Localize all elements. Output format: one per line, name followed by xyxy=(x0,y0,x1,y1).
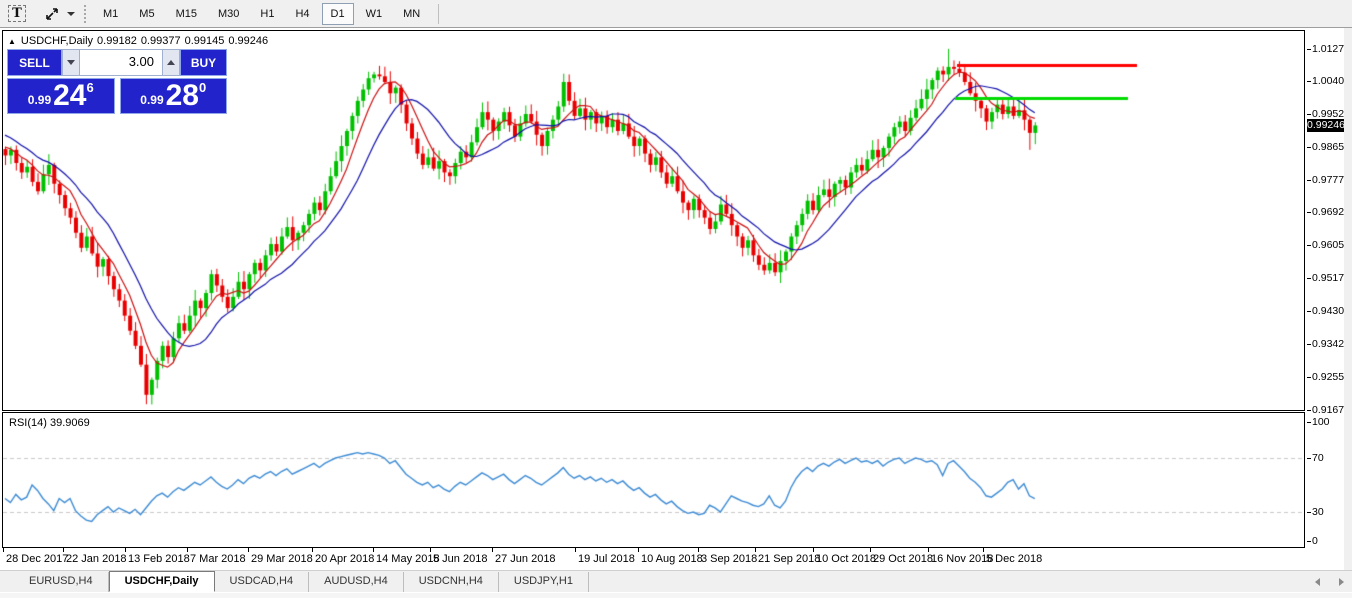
toolbar-gripper xyxy=(84,5,86,23)
tool-dropdown-caret[interactable] xyxy=(64,3,78,25)
timeframe-button-m30[interactable]: M30 xyxy=(209,3,248,25)
rsi-indicator-pane[interactable]: RSI(14) 39.9069 xyxy=(2,412,1305,548)
date-axis-label: 22 Jan 2018 xyxy=(66,553,127,565)
timeframe-button-m1[interactable]: M1 xyxy=(94,3,127,25)
timeframe-button-w1[interactable]: W1 xyxy=(357,3,392,25)
timeframe-button-h4[interactable]: H4 xyxy=(286,3,318,25)
buy-price-big: 28 xyxy=(166,81,199,111)
date-axis-label: 16 Nov 2018 xyxy=(931,553,993,565)
chart-tab-audusd-h4[interactable]: AUDUSD,H4 xyxy=(309,572,404,592)
scroll-right-icon xyxy=(1339,578,1344,586)
date-axis-tick xyxy=(3,548,4,552)
timeframe-button-mn[interactable]: MN xyxy=(394,3,429,25)
timeframe-button-h1[interactable]: H1 xyxy=(251,3,283,25)
date-axis-label: 5 Jun 2018 xyxy=(433,553,487,565)
date-axis-label: 5 Dec 2018 xyxy=(986,553,1042,565)
buy-price-prefix: 0.99 xyxy=(140,93,163,107)
date-axis-tick xyxy=(373,548,374,552)
rsi-axis-label: 0 xyxy=(1312,535,1318,547)
toolbar-separator xyxy=(438,4,439,24)
text-tool-icon: T xyxy=(8,5,26,22)
text-tool-button[interactable]: T xyxy=(4,3,30,25)
date-axis-tick xyxy=(698,548,699,552)
chart-symbol: USDCHF,Daily xyxy=(21,35,93,47)
status-strip xyxy=(0,593,1352,598)
date-axis-label: 21 Sep 2018 xyxy=(758,553,820,565)
rsi-axis-label: 100 xyxy=(1312,416,1330,428)
tab-scroll-right-button[interactable] xyxy=(1336,577,1346,587)
date-axis-tick xyxy=(187,548,188,552)
tab-scroll-left-button[interactable] xyxy=(1312,577,1322,587)
buy-button[interactable]: BUY xyxy=(180,49,227,76)
top-toolbar: T M1M5M15M30H1H4D1W1MN xyxy=(0,0,1352,28)
volume-input[interactable]: 3.00 xyxy=(80,49,162,76)
date-axis-label: 10 Aug 2018 xyxy=(641,553,703,565)
date-axis-tick xyxy=(575,548,576,552)
date-axis-label: 28 Dec 2017 xyxy=(6,553,68,565)
price-axis[interactable]: 1.012751.004000.995250.986500.977750.969… xyxy=(1306,28,1344,570)
chart-tab-usdchf-daily[interactable]: USDCHF,Daily xyxy=(109,571,215,592)
date-axis-label: 29 Mar 2018 xyxy=(251,553,313,565)
date-axis-tick xyxy=(248,548,249,552)
date-axis-tick xyxy=(870,548,871,552)
date-axis-tick xyxy=(312,548,313,552)
date-axis-label: 27 Jun 2018 xyxy=(495,553,556,565)
date-axis-tick xyxy=(638,548,639,552)
scroll-left-icon xyxy=(1315,578,1320,586)
ohlc-low: 0.99145 xyxy=(185,35,225,47)
collapse-arrow-icon: ▲ xyxy=(8,37,16,46)
one-click-trade-panel: SELL 3.00 BUY 0.99 24 6 0.99 28 0 xyxy=(7,49,227,114)
chart-tab-usdjpy-h1[interactable]: USDJPY,H1 xyxy=(499,572,589,592)
date-axis-label: 29 Oct 2018 xyxy=(873,553,933,565)
date-axis-label: 3 Sep 2018 xyxy=(701,553,757,565)
rsi-axis-label: 70 xyxy=(1312,452,1324,464)
ohlc-open: 0.99182 xyxy=(97,35,137,47)
sell-button[interactable]: SELL xyxy=(7,49,62,76)
date-axis-tick xyxy=(983,548,984,552)
date-axis-label: 13 Feb 2018 xyxy=(128,553,190,565)
rsi-chart-canvas[interactable] xyxy=(3,413,1304,547)
chart-tab-usdcad-h4[interactable]: USDCAD,H4 xyxy=(215,572,310,592)
date-axis-label: 14 May 2018 xyxy=(376,553,440,565)
sell-price-sup: 6 xyxy=(87,80,94,95)
date-axis-label: 10 Oct 2018 xyxy=(816,553,876,565)
date-axis-tick xyxy=(755,548,756,552)
chart-tab-usdcnh-h4[interactable]: USDCNH,H4 xyxy=(404,572,499,592)
chevron-down-icon xyxy=(67,12,75,16)
sell-price-display[interactable]: 0.99 24 6 xyxy=(7,78,115,114)
date-axis-label: 19 Jul 2018 xyxy=(578,553,635,565)
current-price-badge: 0.99246 xyxy=(1307,119,1344,132)
buy-price-display[interactable]: 0.99 28 0 xyxy=(120,78,228,114)
volume-increase-button[interactable] xyxy=(162,49,180,76)
window-right-edge xyxy=(1344,28,1352,570)
volume-decrease-button[interactable] xyxy=(62,49,80,76)
rsi-axis-label: 30 xyxy=(1312,506,1324,518)
date-axis-tick xyxy=(928,548,929,552)
ohlc-close: 0.99246 xyxy=(228,35,268,47)
date-axis-tick xyxy=(813,548,814,552)
spinner-down-icon xyxy=(67,60,75,65)
timeframe-button-d1[interactable]: D1 xyxy=(322,3,354,25)
sell-price-big: 24 xyxy=(53,81,86,111)
timeframe-button-m15[interactable]: M15 xyxy=(167,3,206,25)
chart-tab-eurusd-h4[interactable]: EURUSD,H4 xyxy=(14,572,109,592)
date-axis-tick xyxy=(430,548,431,552)
arrows-tool-button[interactable] xyxy=(40,3,64,25)
date-axis-label: 7 Mar 2018 xyxy=(190,553,246,565)
ohlc-high: 0.99377 xyxy=(141,35,181,47)
buy-price-sup: 0 xyxy=(199,80,206,95)
date-axis[interactable]: 28 Dec 201722 Jan 201813 Feb 20187 Mar 2… xyxy=(2,548,1344,570)
chart-title: ▲ USDCHF,Daily 0.99182 0.99377 0.991450.9924… xyxy=(8,35,272,47)
date-axis-label: 20 Apr 2018 xyxy=(315,553,374,565)
date-axis-tick xyxy=(492,548,493,552)
spinner-up-icon xyxy=(167,60,175,65)
rsi-label: RSI(14) 39.9069 xyxy=(9,417,90,429)
sell-price-prefix: 0.99 xyxy=(28,93,51,107)
arrows-icon xyxy=(44,6,60,22)
timeframe-toolbar: M1M5M15M30H1H4D1W1MN xyxy=(94,3,432,25)
date-axis-tick xyxy=(63,548,64,552)
chart-tab-bar: EURUSD,H4USDCHF,DailyUSDCAD,H4AUDUSD,H4U… xyxy=(0,570,1352,592)
date-axis-tick xyxy=(125,548,126,552)
timeframe-button-m5[interactable]: M5 xyxy=(130,3,163,25)
